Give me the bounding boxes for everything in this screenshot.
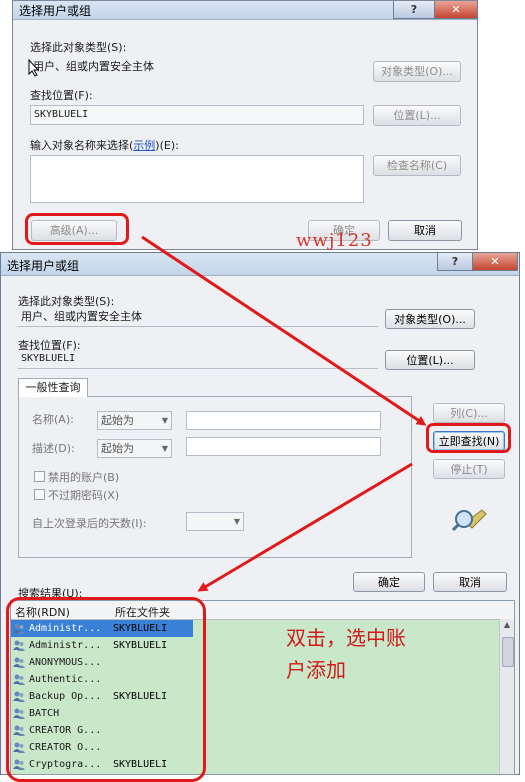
arrow-to-results (197, 462, 413, 592)
arrow-to-find-now (141, 235, 427, 426)
annotation-arrows (141, 235, 427, 592)
